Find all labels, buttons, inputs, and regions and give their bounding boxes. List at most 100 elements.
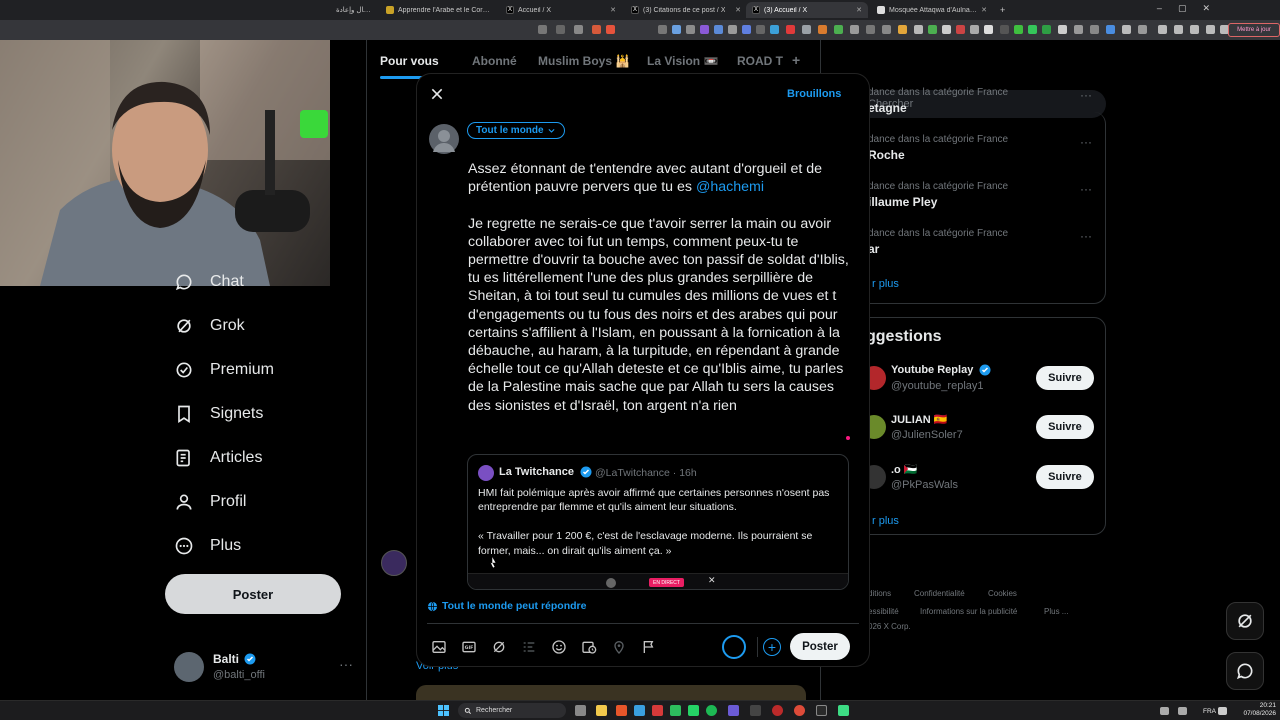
- emoji-icon[interactable]: [551, 639, 567, 655]
- extension-icon[interactable]: [728, 25, 737, 34]
- app-icon[interactable]: [838, 705, 849, 716]
- more-options-icon[interactable]: ···: [1080, 88, 1092, 102]
- follow-button[interactable]: Suivre: [1036, 415, 1094, 439]
- extension-icon[interactable]: [686, 25, 695, 34]
- footer-link[interactable]: essibilité: [868, 607, 899, 616]
- grok-icon[interactable]: [491, 639, 507, 655]
- follow-button[interactable]: Suivre: [1036, 366, 1094, 390]
- extension-icon[interactable]: [882, 25, 891, 34]
- sidebar-toggle-icon[interactable]: [1174, 25, 1183, 34]
- wallet-icon[interactable]: [1190, 25, 1199, 34]
- nav-item-more[interactable]: Plus: [174, 531, 241, 561]
- spotify-icon[interactable]: [706, 705, 717, 716]
- extension-icon[interactable]: [834, 25, 843, 34]
- feed-tab-for-you[interactable]: Pour vous: [380, 54, 439, 68]
- language-indicator[interactable]: FRA: [1203, 708, 1216, 715]
- location-icon[interactable]: [611, 639, 627, 655]
- show-more-trends-link[interactable]: r plus: [872, 278, 899, 290]
- extension-icon[interactable]: [956, 25, 965, 34]
- wifi-icon[interactable]: [1218, 707, 1227, 715]
- tray-icon[interactable]: [1160, 707, 1169, 715]
- browser-tab[interactable]: X (3) Citations de ce post / X ✕: [625, 2, 747, 18]
- messages-fab-button[interactable]: [1226, 652, 1264, 690]
- app-icon[interactable]: [634, 705, 645, 716]
- footer-link[interactable]: Informations sur la publicité: [920, 607, 1017, 616]
- more-options-icon[interactable]: ···: [1080, 135, 1092, 149]
- brave-shield-icon[interactable]: [592, 25, 601, 34]
- extension-icon[interactable]: [818, 25, 827, 34]
- app-icon[interactable]: [652, 705, 663, 716]
- add-tab-icon[interactable]: +: [792, 52, 800, 68]
- nav-item-grok[interactable]: Grok: [174, 311, 245, 341]
- extension-icon[interactable]: [802, 25, 811, 34]
- whatsapp-icon[interactable]: [688, 705, 699, 716]
- feed-tab-list[interactable]: Muslim Boys 🕌: [538, 54, 630, 68]
- sidebar-post-button[interactable]: Poster: [165, 574, 341, 614]
- schedule-icon[interactable]: [581, 639, 597, 655]
- footer-link[interactable]: Confidentialité: [914, 589, 965, 598]
- grok-fab-button[interactable]: [1226, 602, 1264, 640]
- media-icon[interactable]: [431, 639, 447, 655]
- extension-icon[interactable]: [786, 25, 795, 34]
- update-button[interactable]: Mettre à jour: [1228, 23, 1280, 37]
- app-icon[interactable]: [728, 705, 739, 716]
- minimize-icon[interactable]: –: [1157, 3, 1162, 14]
- file-explorer-icon[interactable]: [596, 705, 607, 716]
- more-options-icon[interactable]: ···: [1080, 182, 1092, 196]
- nav-item-premium[interactable]: Premium: [174, 355, 274, 385]
- extension-icon[interactable]: [658, 25, 667, 34]
- account-switcher[interactable]: Balti @balti_offi ···: [174, 650, 364, 686]
- extension-icon[interactable]: [1028, 25, 1037, 34]
- vpn-icon[interactable]: [1206, 25, 1215, 34]
- extension-icon[interactable]: [742, 25, 751, 34]
- new-tab-button[interactable]: +: [994, 2, 1008, 18]
- feed-tab-list[interactable]: La Vision 📼: [647, 54, 718, 68]
- extension-icon[interactable]: [1138, 25, 1147, 34]
- extension-icon[interactable]: [984, 25, 993, 34]
- extension-icon[interactable]: [928, 25, 937, 34]
- app-icon[interactable]: [772, 705, 783, 716]
- extension-icon[interactable]: [538, 25, 547, 34]
- close-tab-icon[interactable]: ✕: [981, 6, 987, 14]
- quoted-post[interactable]: La Twitchance @LaTwitchance · 16h HMI fa…: [467, 454, 849, 590]
- app-icon[interactable]: [816, 705, 827, 716]
- extension-icon[interactable]: [770, 25, 779, 34]
- footer-link[interactable]: ditions: [868, 589, 891, 598]
- trend-item[interactable]: ar: [868, 242, 879, 256]
- browser-tab-active[interactable]: X (3) Accueil / X ✕: [746, 2, 868, 18]
- poll-icon[interactable]: [521, 639, 537, 655]
- close-icon[interactable]: [429, 86, 445, 102]
- flag-icon[interactable]: [641, 639, 657, 655]
- extension-icon[interactable]: [1058, 25, 1067, 34]
- follow-button[interactable]: Suivre: [1036, 465, 1094, 489]
- extension-icon[interactable]: [714, 25, 723, 34]
- browser-tab[interactable]: Mosquée Attaqwa d'Aulnay-sous-Bo ✕: [871, 2, 993, 18]
- mention-link[interactable]: @hachemi: [696, 179, 764, 195]
- extension-icon[interactable]: [672, 25, 681, 34]
- extension-icon[interactable]: [1074, 25, 1083, 34]
- clock[interactable]: 20:21 07/08/2026: [1243, 702, 1276, 718]
- close-tab-icon[interactable]: ✕: [610, 6, 616, 14]
- add-post-button[interactable]: +: [763, 638, 781, 656]
- brave-rewards-icon[interactable]: [606, 25, 615, 34]
- extension-icon[interactable]: [1014, 25, 1023, 34]
- trend-item[interactable]: etagne: [868, 101, 907, 115]
- avatar[interactable]: [381, 550, 407, 576]
- media-icon[interactable]: [1158, 25, 1167, 34]
- reply-settings-button[interactable]: Tout le monde peut répondre: [427, 600, 586, 612]
- extension-icon[interactable]: [914, 25, 923, 34]
- quoted-media[interactable]: EN DIRECT ✕: [468, 573, 848, 589]
- nav-item-chat[interactable]: Chat: [174, 267, 244, 297]
- extension-icon[interactable]: [970, 25, 979, 34]
- extension-icon[interactable]: [866, 25, 875, 34]
- feed-tab-following[interactable]: Abonné: [472, 54, 517, 68]
- show-more-suggestions-link[interactable]: r plus: [872, 515, 899, 527]
- extension-icon[interactable]: [850, 25, 859, 34]
- feed-tab-list[interactable]: ROAD T: [737, 54, 783, 68]
- extension-icon[interactable]: [756, 25, 765, 34]
- gif-icon[interactable]: GIF: [461, 639, 477, 655]
- extension-icon[interactable]: [1090, 25, 1099, 34]
- trend-item[interactable]: Roche: [868, 148, 905, 162]
- drafts-link[interactable]: Brouillons: [787, 88, 841, 100]
- extension-icon[interactable]: [1106, 25, 1115, 34]
